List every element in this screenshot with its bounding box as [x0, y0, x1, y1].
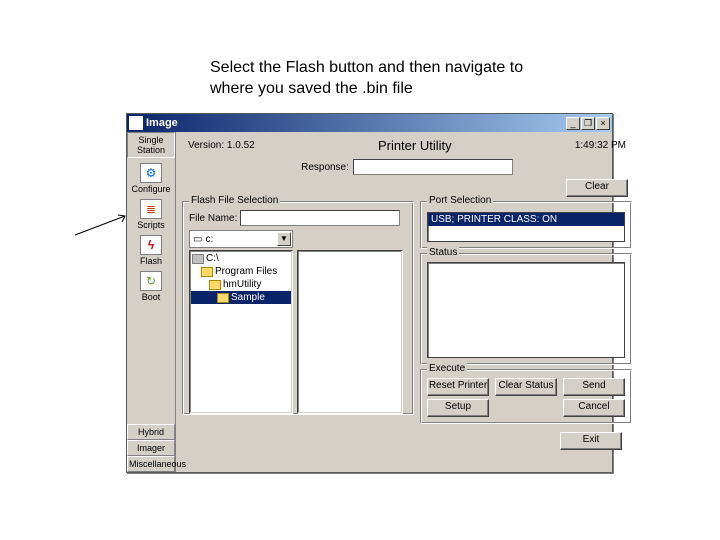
- cancel-button[interactable]: Cancel: [563, 399, 625, 417]
- sidebar-section-miscellaneous[interactable]: Miscellaneous: [127, 456, 175, 472]
- flash-icon: ϟ: [140, 235, 162, 255]
- sidebar: Single Station ⚙ Configure ≣ Scripts ϟ F…: [127, 132, 176, 472]
- folder-item[interactable]: hmUtility: [191, 278, 291, 291]
- exit-button[interactable]: Exit: [560, 432, 622, 450]
- folder-open-icon: [201, 267, 213, 277]
- instruction-text: Select the Flash button and then navigat…: [210, 58, 540, 100]
- sidebar-section-imager[interactable]: Imager: [127, 440, 175, 456]
- sidebar-item-scripts[interactable]: ≣ Scripts: [129, 197, 173, 233]
- port-list[interactable]: USB; PRINTER CLASS: ON: [427, 212, 625, 242]
- time-label: 1:49:32 PM: [575, 140, 626, 151]
- sidebar-item-boot[interactable]: ↻ Boot: [129, 269, 173, 305]
- version-label: Version: 1.0.52: [188, 140, 255, 151]
- drive-select[interactable]: ▭ c: ▼: [189, 230, 293, 248]
- sidebar-section-hybrid[interactable]: Hybrid: [127, 424, 175, 440]
- configure-icon: ⚙: [140, 163, 162, 183]
- drive-icon: [192, 254, 204, 264]
- close-button[interactable]: ×: [596, 117, 610, 130]
- folder-item[interactable]: Program Files: [191, 265, 291, 278]
- sidebar-section-single-station[interactable]: Single Station: [127, 132, 175, 158]
- port-item-selected[interactable]: USB; PRINTER CLASS: ON: [428, 213, 624, 226]
- file-name-label: File Name:: [189, 213, 237, 224]
- status-area: [427, 262, 625, 358]
- send-button[interactable]: Send: [563, 378, 625, 396]
- folder-label: Sample: [231, 291, 265, 304]
- main-panel: Version: 1.0.52 Printer Utility 1:49:32 …: [176, 132, 638, 472]
- file-list[interactable]: [297, 250, 403, 414]
- clear-status-button[interactable]: Clear Status: [495, 378, 557, 396]
- flash-file-selection-group: Flash File Selection File Name: ▭ c:: [182, 201, 414, 415]
- sidebar-item-label: Scripts: [137, 220, 165, 230]
- app-window: Image _ ❐ × Single Station ⚙ Configure ≣…: [126, 113, 613, 473]
- reset-printer-button[interactable]: Reset Printer: [427, 378, 489, 396]
- minimize-button[interactable]: _: [566, 117, 580, 130]
- folder-tree[interactable]: C:\ Program Files hmUtility: [189, 250, 293, 414]
- group-label: Flash File Selection: [189, 195, 280, 206]
- sidebar-item-label: Boot: [142, 292, 161, 302]
- sidebar-item-flash[interactable]: ϟ Flash: [129, 233, 173, 269]
- drive-value: c:: [205, 234, 213, 245]
- group-label: Port Selection: [427, 195, 493, 206]
- boot-icon: ↻: [140, 271, 162, 291]
- execute-group: Execute Reset Printer Clear Status Send …: [420, 369, 632, 424]
- chevron-down-icon[interactable]: ▼: [277, 232, 291, 246]
- folder-label: Program Files: [215, 265, 277, 278]
- folder-label: hmUtility: [223, 278, 261, 291]
- file-name-input[interactable]: [240, 210, 400, 226]
- drive-icon: ▭: [193, 234, 202, 245]
- clear-button[interactable]: Clear: [566, 179, 628, 197]
- port-selection-group: Port Selection USB; PRINTER CLASS: ON: [420, 201, 632, 249]
- status-group: Status: [420, 253, 632, 365]
- response-input[interactable]: [353, 159, 513, 175]
- group-label: Status: [427, 247, 459, 258]
- folder-item[interactable]: C:\: [191, 252, 291, 265]
- response-label: Response:: [301, 162, 349, 173]
- folder-open-icon: [209, 280, 221, 290]
- folder-item-selected[interactable]: Sample: [191, 291, 291, 304]
- restore-button[interactable]: ❐: [581, 117, 595, 130]
- setup-button[interactable]: Setup: [427, 399, 489, 417]
- titlebar[interactable]: Image _ ❐ ×: [127, 114, 612, 132]
- sidebar-item-label: Configure: [131, 184, 170, 194]
- folder-open-icon: [217, 293, 229, 303]
- sidebar-item-label: Flash: [140, 256, 162, 266]
- app-icon: [129, 116, 143, 130]
- window-title: Image: [146, 117, 565, 129]
- sidebar-item-configure[interactable]: ⚙ Configure: [129, 161, 173, 197]
- scripts-icon: ≣: [140, 199, 162, 219]
- folder-label: C:\: [206, 252, 219, 265]
- group-label: Execute: [427, 363, 467, 374]
- page-title: Printer Utility: [378, 138, 452, 153]
